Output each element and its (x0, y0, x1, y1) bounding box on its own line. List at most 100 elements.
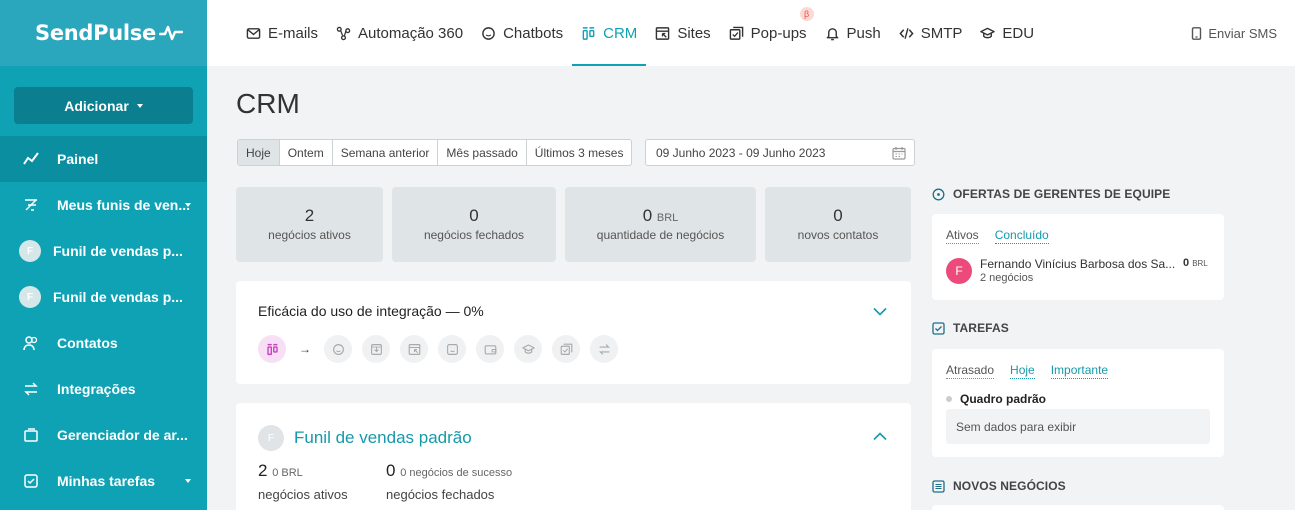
funnel-active-label: negócios ativos (258, 487, 348, 502)
tab-today[interactable]: Hoje (1010, 363, 1035, 379)
graduation-icon (514, 335, 542, 363)
automation-icon (336, 26, 351, 40)
sidebar-item-funnel-1[interactable]: F Funil de vendas p... (0, 228, 207, 274)
offers-heading-label: OFERTAS DE GERENTES DE EQUIPE (953, 187, 1171, 201)
crm-icon (258, 335, 286, 363)
new-deals-heading: NOVOS NEGÓCIOS (932, 479, 1066, 493)
offers-card: Ativos Concluído F Fernando Vinícius Bar… (932, 214, 1224, 300)
chat-icon (324, 335, 352, 363)
tab-active[interactable]: Ativos (946, 228, 979, 244)
tab-label: CRM (603, 24, 638, 42)
funnel-header: F Funil de vendas padrão (258, 425, 472, 451)
top-nav: E-mails Automação 360 Chatbots CRM Sites… (207, 0, 1295, 66)
manager-value: 0 BRL (1183, 257, 1208, 269)
tasks-heading-label: TAREFAS (953, 321, 1009, 335)
manager-name: Fernando Vinícius Barbosa dos Sa... (980, 257, 1176, 271)
sidebar-item-file-manager[interactable]: Gerenciador de ar... (0, 412, 207, 458)
pulse-icon (158, 25, 183, 41)
funnel-title[interactable]: Funil de vendas padrão (294, 428, 472, 448)
tab-edu[interactable]: EDU (971, 0, 1043, 66)
period-last-month[interactable]: Mês passado (438, 140, 527, 165)
graduation-icon (980, 27, 996, 38)
stat-new-contacts: 0 novos contatos (765, 187, 911, 262)
chevron-up-icon[interactable] (873, 432, 887, 441)
sidebar-item-integrations[interactable]: Integrações (0, 366, 207, 412)
sidebar: SendPulse Adicionar Painel Meus funis de… (0, 0, 207, 510)
sidebar-item-funnels[interactable]: Meus funis de ven... (0, 182, 207, 228)
tasks-tabs: Atrasado Hoje Importante (946, 363, 1109, 379)
add-button-label: Adicionar (64, 97, 129, 114)
sidebar-item-label: Funil de vendas p... (53, 243, 183, 259)
integration-icons: → (258, 335, 618, 363)
tab-important[interactable]: Importante (1050, 363, 1109, 379)
phone-icon (1192, 26, 1202, 40)
tab-push[interactable]: Push (816, 0, 890, 66)
sidebar-item-contacts[interactable]: Contatos (0, 320, 207, 366)
tab-popups[interactable]: Pop-ups β (720, 0, 816, 66)
period-last-week[interactable]: Semana anterior (333, 140, 439, 165)
bell-icon (826, 27, 838, 40)
period-today[interactable]: Hoje (238, 140, 280, 165)
period-yesterday[interactable]: Ontem (280, 140, 333, 165)
tab-automation[interactable]: Automação 360 (327, 0, 472, 66)
tab-crm[interactable]: CRM (572, 0, 647, 66)
efficiency-title: Eficácia do uso de integração — 0% (258, 303, 484, 319)
crm-icon (582, 26, 595, 40)
stat-label: negócios ativos (268, 228, 351, 242)
bullet-icon (946, 396, 952, 402)
contacts-icon (22, 334, 40, 352)
board-name: Quadro padrão (960, 392, 1047, 406)
chevron-down-icon[interactable] (873, 307, 887, 316)
sidebar-item-label: Funil de vendas p... (53, 289, 183, 305)
funnel-active-stat: 2 0 BRL negócios ativos (258, 461, 348, 502)
add-button[interactable]: Adicionar (14, 87, 193, 124)
stat-label: quantidade de negócios (596, 228, 725, 242)
chevron-down-icon (185, 203, 191, 207)
stat-active-deals: 2 negócios ativos (236, 187, 383, 262)
stat-unit: BRL (656, 212, 679, 224)
stat-label: novos contatos (797, 228, 879, 242)
tab-sites[interactable]: Sites (646, 0, 719, 66)
stat-value: 0 (833, 206, 843, 225)
sidebar-item-label: Meus funis de ven... (57, 197, 191, 213)
tab-label: Pop-ups (750, 24, 807, 42)
swap-icon (22, 380, 40, 398)
period-selector: Hoje Ontem Semana anterior Mês passado Ú… (237, 139, 633, 166)
popup-icon (552, 335, 580, 363)
stat-value: 0 (642, 206, 653, 225)
send-sms-label: Enviar SMS (1208, 25, 1277, 41)
mail-icon (246, 27, 261, 39)
tab-overdue[interactable]: Atrasado (946, 363, 995, 379)
target-icon (932, 188, 945, 200)
board-row: Quadro padrão (946, 392, 1046, 406)
tab-completed[interactable]: Concluído (994, 228, 1049, 244)
chevron-down-icon (136, 103, 143, 108)
tab-label: Automação 360 (358, 24, 464, 42)
popup-icon (729, 26, 743, 40)
funnel-active-unit: 0 BRL (272, 467, 303, 479)
new-deals-heading-label: NOVOS NEGÓCIOS (953, 479, 1066, 493)
sidebar-item-label: Painel (57, 151, 99, 167)
sites-icon (656, 26, 670, 40)
tab-label: EDU (1002, 24, 1035, 42)
period-last-3-months[interactable]: Últimos 3 meses (527, 140, 632, 165)
manager-row[interactable]: F Fernando Vinícius Barbosa dos Sa... 2 … (946, 257, 1208, 284)
sidebar-item-painel[interactable]: Painel (0, 136, 207, 182)
date-range-picker[interactable]: 09 Junho 2023 - 09 Junho 2023 (645, 139, 915, 166)
sidebar-item-label: Contatos (57, 335, 118, 351)
tasks-heading: TAREFAS (932, 321, 1009, 335)
logo-bar: SendPulse (0, 0, 207, 66)
funnel-card: F Funil de vendas padrão 2 0 BRL negócio… (236, 403, 911, 510)
funnel-closed-stat: 0 0 negócios de sucesso negócios fechado… (386, 461, 512, 502)
product-tabs: E-mails Automação 360 Chatbots CRM Sites… (207, 0, 1043, 66)
sidebar-item-tasks[interactable]: Minhas tarefas (0, 458, 207, 504)
sidebar-nav: Painel Meus funis de ven... F Funil de v… (0, 136, 207, 504)
tab-emails[interactable]: E-mails (237, 0, 327, 66)
send-sms-link[interactable]: Enviar SMS (1191, 0, 1277, 66)
stat-label: negócios fechados (423, 228, 525, 242)
stat-value: 2 (304, 206, 315, 225)
sendpulse-logo[interactable]: SendPulse (35, 21, 183, 45)
sidebar-item-funnel-2[interactable]: F Funil de vendas p... (0, 274, 207, 320)
tab-smtp[interactable]: SMTP (890, 0, 972, 66)
tab-chatbots[interactable]: Chatbots (472, 0, 572, 66)
